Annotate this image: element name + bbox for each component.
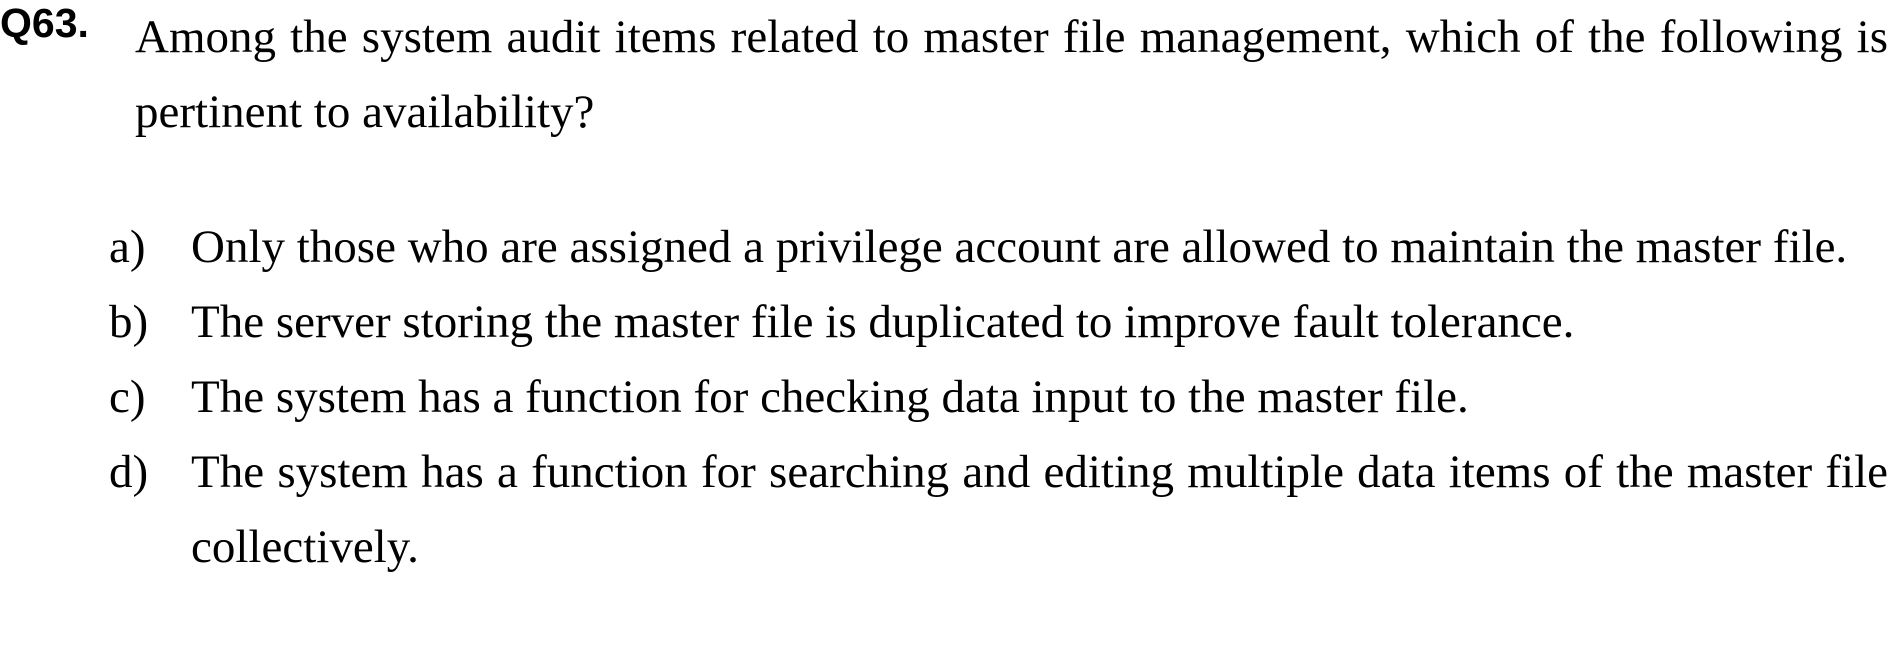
option-a: a) Only those who are assigned a privile… xyxy=(109,210,1888,285)
option-a-text: Only those who are assigned a privilege … xyxy=(191,221,1848,273)
answer-options-list: a) Only those who are assigned a privile… xyxy=(109,210,1888,585)
option-c: c) The system has a function for checkin… xyxy=(109,360,1888,435)
option-d-label: d) xyxy=(109,446,149,498)
option-c-text: The system has a function for checking d… xyxy=(191,371,1469,423)
option-d: d) The system has a function for searchi… xyxy=(109,435,1888,585)
option-a-label: a) xyxy=(109,221,146,273)
question-page: Q63. Among the system audit items relate… xyxy=(0,0,1888,647)
option-c-label: c) xyxy=(109,371,146,423)
option-b-label: b) xyxy=(109,296,149,348)
option-b: b) The server storing the master file is… xyxy=(109,285,1888,360)
option-b-text: The server storing the master file is du… xyxy=(191,296,1575,348)
option-d-text: The system has a function for searching … xyxy=(191,446,1888,573)
question-number: Q63. xyxy=(0,0,89,46)
question-text: Among the system audit items related to … xyxy=(135,11,1888,138)
